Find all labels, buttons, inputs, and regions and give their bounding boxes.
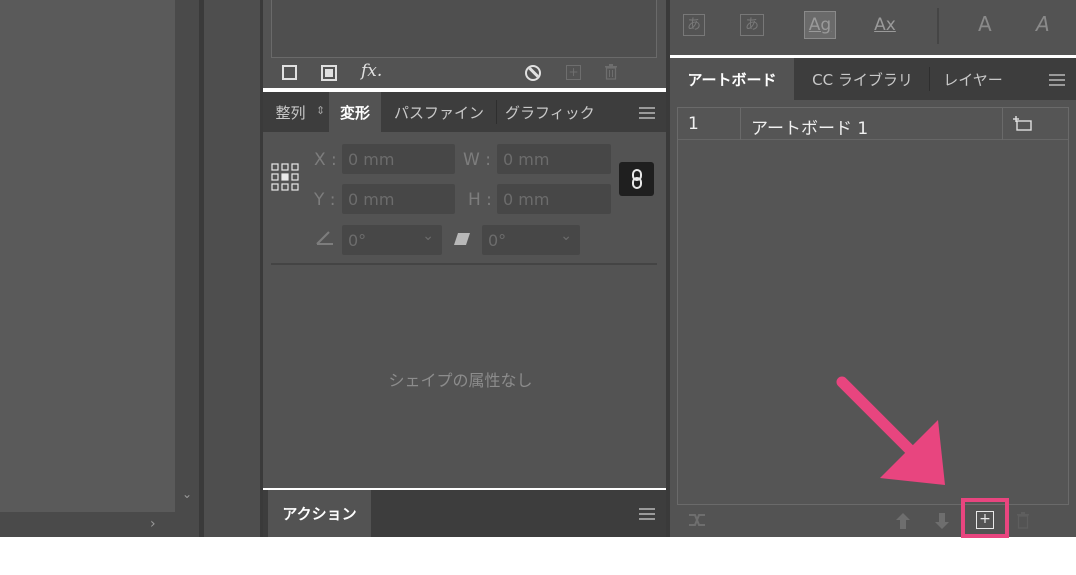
fx-icon[interactable]: fx. xyxy=(361,61,382,81)
duplicate-item-icon[interactable]: + xyxy=(566,65,581,80)
artboard-options-icon[interactable] xyxy=(1011,116,1033,132)
tab-transform[interactable]: 変形 xyxy=(329,92,381,132)
move-down-icon[interactable] xyxy=(935,513,949,529)
strikethrough-text-icon[interactable]: あ xyxy=(740,14,764,36)
list-item[interactable]: 1 アートボード 1 xyxy=(678,108,1068,140)
y-label: Y : xyxy=(314,190,336,210)
tab-reorder-icon: ⇕ xyxy=(316,104,326,117)
annotation-arrow xyxy=(830,370,960,500)
no-shape-properties-text: シェイプの属性なし xyxy=(388,371,533,390)
shear-icon xyxy=(453,231,471,245)
w-label: W : xyxy=(463,150,491,170)
rotate-icon xyxy=(315,230,335,246)
x-label: X : xyxy=(314,150,337,170)
char-a-accent-icon[interactable]: A xyxy=(1036,12,1050,36)
add-fill-icon[interactable] xyxy=(321,65,337,81)
tab-actions[interactable]: アクション xyxy=(268,490,371,537)
rearrange-icon[interactable] xyxy=(687,510,707,530)
hiragana-a-icon[interactable]: あ xyxy=(683,14,705,36)
appearance-panel: fx. + xyxy=(263,0,666,88)
y-field[interactable]: 0 mm xyxy=(342,184,455,214)
constrain-proportions-link-icon[interactable] xyxy=(619,162,654,196)
add-stroke-icon[interactable] xyxy=(282,65,297,80)
toolbar-divider xyxy=(937,8,939,44)
h-field[interactable]: 0 mm xyxy=(497,184,611,214)
panel-menu-icon[interactable] xyxy=(639,107,655,119)
x-field[interactable]: 0 mm xyxy=(342,144,455,174)
panel-menu-icon[interactable] xyxy=(1049,74,1065,86)
ax-text-icon[interactable]: Ax xyxy=(868,11,902,39)
rotate-value: 0° xyxy=(348,230,367,250)
tab-pathfinder[interactable]: パスファイン xyxy=(388,92,494,132)
new-artboard-highlight xyxy=(961,498,1009,538)
tab-cc-libraries[interactable]: CC ライブラリ xyxy=(796,58,929,100)
artboard-name: アートボード 1 xyxy=(751,119,869,139)
chevron-right-icon[interactable]: › xyxy=(150,516,156,532)
shear-value: 0° xyxy=(488,230,507,250)
panel-menu-icon[interactable] xyxy=(639,508,655,520)
chevron-down-icon: ⌄ xyxy=(560,228,572,244)
tab-align[interactable]: 整列 xyxy=(268,92,313,132)
char-a-icon[interactable]: A xyxy=(978,12,992,36)
artboard-index: 1 xyxy=(688,114,699,134)
ag-text-icon[interactable]: Ag xyxy=(804,11,836,39)
tab-artboards[interactable]: アートボード xyxy=(670,58,794,100)
tab-graphic-style[interactable]: グラフィック xyxy=(499,92,609,132)
trash-icon[interactable] xyxy=(1016,512,1030,529)
reference-point-icon[interactable] xyxy=(271,163,299,191)
horizontal-scrollbar[interactable]: › xyxy=(0,512,175,537)
tab-divider xyxy=(496,100,497,124)
clear-appearance-icon[interactable] xyxy=(525,65,541,81)
actions-tabbar: アクション xyxy=(263,490,666,537)
chevron-down-icon: ⌄ xyxy=(422,228,434,244)
col-divider xyxy=(740,108,741,140)
w-field[interactable]: 0 mm xyxy=(497,144,611,174)
appearance-list xyxy=(271,0,657,58)
transform-panel: X : 0 mm W : 0 mm Y : 0 mm H : 0 mm 0° ⌄… xyxy=(263,132,666,488)
collapsed-dock xyxy=(204,0,260,537)
trash-icon[interactable] xyxy=(604,64,618,80)
divider xyxy=(271,263,657,265)
canvas-area xyxy=(0,0,175,537)
move-up-icon[interactable] xyxy=(896,513,910,529)
shear-select[interactable]: 0° ⌄ xyxy=(482,225,580,255)
rotate-select[interactable]: 0° ⌄ xyxy=(342,225,442,255)
ag-label: Ag xyxy=(808,15,832,35)
tab-divider xyxy=(929,67,930,91)
character-toolbar: あ あ Ag Ax A A xyxy=(670,0,1076,55)
vertical-scrollbar[interactable]: ⌄ xyxy=(175,0,199,537)
col-divider xyxy=(1002,108,1003,140)
tab-layers[interactable]: レイヤー xyxy=(931,58,1015,100)
artboards-tabbar: アートボード CC ライブラリ レイヤー xyxy=(670,58,1076,100)
transform-tabbar: 整列 ⇕ 変形 パスファイン グラフィック xyxy=(263,92,666,132)
ax-label: Ax xyxy=(874,15,896,35)
h-label: H : xyxy=(468,190,492,210)
chevron-down-icon[interactable]: ⌄ xyxy=(179,487,195,503)
